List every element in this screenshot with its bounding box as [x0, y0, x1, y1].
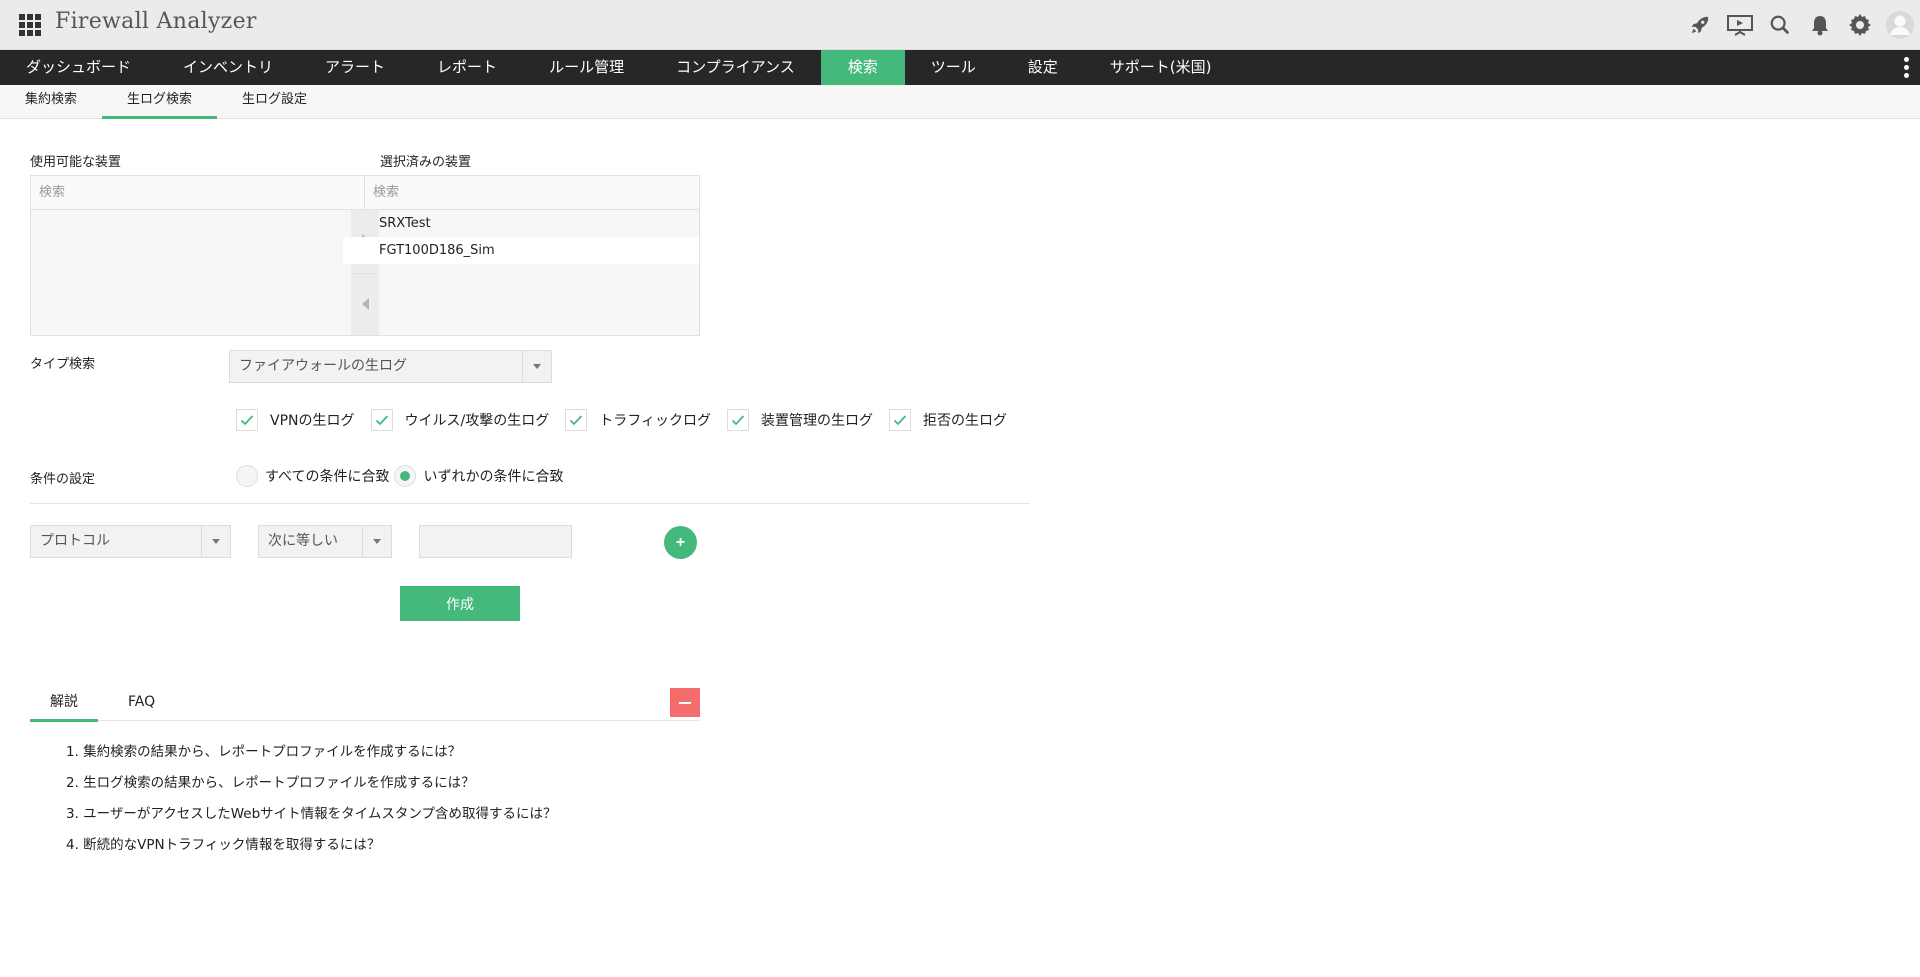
- condition-operator-select[interactable]: 次に等しい: [258, 525, 392, 558]
- nav-compliance[interactable]: コンプライアンス: [650, 50, 821, 85]
- collapse-help-button[interactable]: [670, 688, 700, 717]
- checkbox-virus-attack-log[interactable]: ウイルス/攻撃の生ログ: [370, 409, 549, 431]
- list-item[interactable]: 2. 生ログ検索の結果から、レポートプロファイルを作成するには？: [66, 773, 556, 804]
- move-left-button[interactable]: [351, 273, 379, 333]
- selected-devices-list: SRXTest FGT100D186_Sim: [343, 210, 699, 335]
- nav-support[interactable]: サポート(米国): [1084, 50, 1238, 85]
- checkbox[interactable]: [236, 409, 258, 431]
- condition-match-radios: すべての条件に合致 いずれかの条件に合致: [236, 464, 568, 488]
- radio-match-all[interactable]: すべての条件に合致: [236, 465, 389, 487]
- log-type-checkboxes: VPNの生ログ ウイルス/攻撃の生ログ トラフィックログ 装置管理の生ログ 拒否…: [236, 408, 1023, 432]
- minus-icon: [679, 701, 691, 704]
- radio-match-any[interactable]: いずれかの条件に合致: [394, 465, 563, 487]
- app-title: Firewall Analyzer: [55, 9, 257, 34]
- device-search-row: [31, 176, 699, 210]
- list-item[interactable]: SRXTest: [343, 210, 699, 237]
- sub-nav: 集約検索 生ログ検索 生ログ設定: [0, 85, 1920, 119]
- type-search-label: タイプ検索: [30, 357, 96, 372]
- list-item[interactable]: FGT100D186_Sim: [343, 237, 699, 264]
- checkbox[interactable]: [888, 409, 911, 431]
- top-header: Firewall Analyzer: [0, 0, 1920, 50]
- tab-explanation[interactable]: 解説: [30, 688, 98, 722]
- nav-reports[interactable]: レポート: [411, 50, 523, 85]
- checkbox[interactable]: [565, 409, 588, 431]
- nav-search[interactable]: 検索: [820, 50, 905, 85]
- log-type-select[interactable]: ファイアウォールの生ログ: [229, 350, 552, 383]
- arrow-left-icon: [361, 297, 369, 310]
- dropdown-toggle[interactable]: [362, 526, 391, 557]
- rocket-icon[interactable]: [1680, 0, 1720, 50]
- chevron-down-icon: [212, 539, 220, 544]
- header-toolbar: [1680, 0, 1920, 50]
- main-nav: ダッシュボード インベントリ アラート レポート ルール管理 コンプライアンス …: [0, 50, 1920, 85]
- condition-value-input[interactable]: [419, 525, 572, 558]
- selected-devices-label: 選択済みの装置: [380, 155, 472, 170]
- checkmark-icon: [570, 415, 583, 426]
- help-list: 1. 集約検索の結果から、レポートプロファイルを作成するには？ 2. 生ログ検索…: [66, 742, 556, 866]
- add-condition-button[interactable]: +: [664, 526, 697, 559]
- nav-tools[interactable]: ツール: [905, 50, 1002, 85]
- nav-inventory[interactable]: インベントリ: [157, 50, 299, 85]
- help-tabs: 解説 FAQ: [30, 688, 700, 722]
- presentation-icon[interactable]: [1720, 0, 1760, 50]
- available-devices-search-input[interactable]: [31, 176, 365, 209]
- search-icon[interactable]: [1760, 0, 1800, 50]
- tab-faq[interactable]: FAQ: [108, 688, 175, 721]
- app-grid-icon[interactable]: [19, 14, 41, 36]
- nav-alerts[interactable]: アラート: [299, 50, 411, 85]
- checkmark-icon: [893, 415, 907, 426]
- radio-button[interactable]: [236, 465, 258, 487]
- bell-icon[interactable]: [1800, 0, 1840, 50]
- checkmark-icon: [375, 415, 388, 426]
- user-avatar-icon[interactable]: [1880, 0, 1920, 50]
- checkmark-icon: [240, 415, 254, 426]
- log-type-value: ファイアウォールの生ログ: [239, 358, 407, 374]
- gear-icon[interactable]: [1840, 0, 1880, 50]
- radio-button[interactable]: [394, 465, 417, 487]
- checkbox[interactable]: [726, 409, 749, 431]
- section-divider: [30, 503, 1030, 504]
- device-picker: SRXTest FGT100D186_Sim: [30, 175, 700, 336]
- selected-devices-search-input[interactable]: [365, 176, 699, 209]
- checkbox-denied-log[interactable]: 拒否の生ログ: [888, 409, 1007, 431]
- available-devices-label: 使用可能な装置: [30, 155, 122, 170]
- nav-rule-management[interactable]: ルール管理: [523, 50, 650, 85]
- more-menu-icon[interactable]: [1904, 57, 1910, 78]
- list-item[interactable]: 4. 断続的なVPNトラフィック情報を取得するには？: [66, 835, 556, 866]
- tab-aggregate-search[interactable]: 集約検索: [0, 85, 102, 119]
- checkbox[interactable]: [370, 409, 393, 431]
- radio-selected-dot: [400, 471, 411, 481]
- checkbox-device-management-log[interactable]: 装置管理の生ログ: [726, 409, 873, 431]
- nav-dashboard[interactable]: ダッシュボード: [0, 50, 157, 85]
- chevron-down-icon: [373, 539, 381, 544]
- condition-field-select[interactable]: プロトコル: [30, 525, 231, 558]
- tab-raw-log-search[interactable]: 生ログ検索: [102, 85, 218, 119]
- checkbox-vpn-log[interactable]: VPNの生ログ: [236, 409, 355, 431]
- tab-raw-log-settings[interactable]: 生ログ設定: [217, 85, 332, 119]
- condition-operator-value: 次に等しい: [268, 533, 338, 549]
- nav-settings[interactable]: 設定: [1002, 50, 1084, 85]
- dropdown-toggle[interactable]: [522, 351, 551, 382]
- available-devices-list[interactable]: [31, 210, 351, 335]
- list-item[interactable]: 3. ユーザーがアクセスしたWebサイト情報をタイムスタンプ含め取得するには？: [66, 804, 556, 835]
- chevron-down-icon: [533, 364, 541, 369]
- create-button[interactable]: 作成: [400, 586, 520, 621]
- condition-field-value: プロトコル: [40, 533, 110, 549]
- checkmark-icon: [731, 415, 745, 426]
- list-item[interactable]: 1. 集約検索の結果から、レポートプロファイルを作成するには？: [66, 742, 556, 773]
- dropdown-toggle[interactable]: [201, 526, 230, 557]
- checkbox-traffic-log[interactable]: トラフィックログ: [565, 409, 711, 431]
- condition-settings-label: 条件の設定: [30, 472, 96, 487]
